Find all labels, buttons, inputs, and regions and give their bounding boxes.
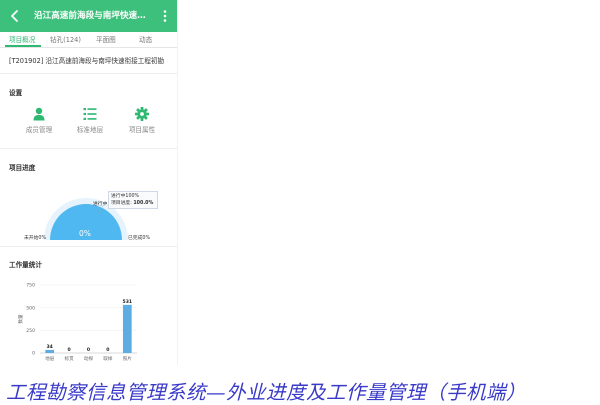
bar-value-label: 34 [46,344,52,350]
x-tick-label: 动探 [84,355,94,362]
tab-bar: 项目概况 钻孔(124) 平面图 动态 [0,32,177,48]
x-tick-label: 地层 [45,355,55,362]
more-menu-icon[interactable] [160,9,170,23]
tab-plan[interactable]: 平面图 [96,34,116,44]
y-tick-label: 500 [26,305,35,311]
divider [0,148,177,149]
y-axis-label: 数量 [17,314,24,324]
back-arrow-icon[interactable] [8,9,22,23]
gear-icon [135,107,149,121]
bar-value-label: 0 [106,347,109,353]
figure-caption: 工程勘察信息管理系统—外业进度及工作量管理（手机端） [6,381,527,404]
bar-value-label: 531 [123,299,133,305]
tooltip-value: 100.0% [133,201,154,206]
tab-boreholes[interactable]: 钻孔(124) [50,34,81,44]
x-tick-label: 取样 [103,355,113,362]
tooltip-line1: 进行中100% [111,194,140,199]
workload-title: 工作量统计 [9,261,42,269]
progress-title: 项目进度 [9,164,36,172]
bar-value-label: 0 [87,347,90,353]
tab-activity[interactable]: 动态 [139,34,152,44]
standard-strata-button[interactable]: 标准地层 [65,107,115,134]
progress-tooltip: 进行中100% 项目进度: 100.0% [108,191,158,209]
y-tick-label: 250 [26,328,35,334]
member-management-button[interactable]: 成员管理 [14,107,64,134]
list-icon [83,108,97,120]
y-tick-label: 0 [32,351,35,357]
y-tick-label: 750 [26,283,35,289]
member-management-label: 成员管理 [25,126,53,134]
divider [0,246,177,247]
tooltip-prefix: 项目进度: [111,201,134,206]
in-progress-label: 进行中 [93,202,108,207]
settings-title: 设置 [9,89,23,97]
completed-label: 已完成0% [128,236,151,241]
x-tick-label: 标贯 [64,355,74,362]
not-started-label: 未开始0% [24,236,47,241]
page-title: 沿江高速前海段与南坪快速衔接工… [34,11,152,21]
project-properties-label: 项目属性 [128,126,156,134]
bar-value-label: 0 [67,347,70,353]
app-header: 沿江高速前海段与南坪快速衔接工… [0,0,177,32]
tab-overview[interactable]: 项目概况 [9,34,35,44]
gauge-center-label: 0% [79,229,91,238]
x-tick-label: 照片 [123,355,133,362]
workload-bar-chart: 0 250 500 750 数量 34 地层 0 标贯 0 动探 0 取样 531 照片 [17,283,137,362]
mobile-app-screen: 沿江高速前海段与南坪快速衔接工… 项目概况 钻孔(124) 平面图 动态 [T2… [0,0,178,365]
bar [122,304,132,353]
person-icon [33,107,45,121]
active-tab-indicator [5,45,41,47]
divider [0,73,177,74]
bar [45,349,55,353]
project-name: [T201902] 沿江高速前海段与南坪快速衔接工程初勘 [9,57,165,65]
tooltip-line2: 项目进度: 100.0% [111,200,155,207]
project-properties-button[interactable]: 项目属性 [117,107,167,134]
standard-strata-label: 标准地层 [76,126,104,134]
